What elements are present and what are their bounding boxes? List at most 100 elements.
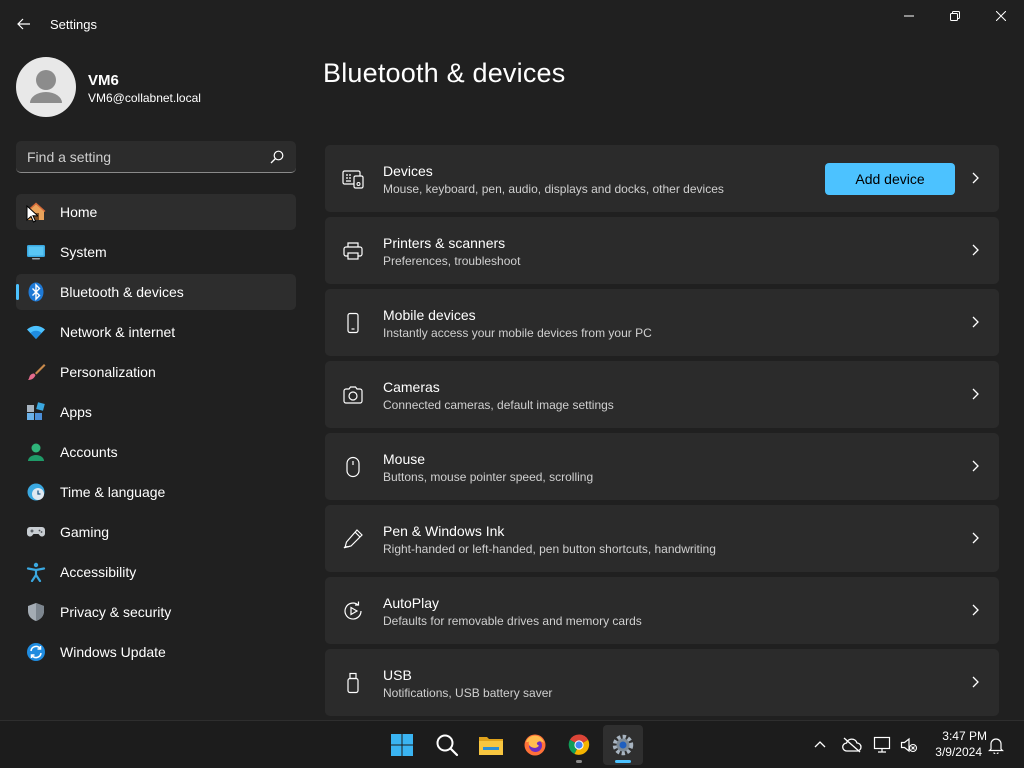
- sidebar-item-label: Personalization: [60, 364, 156, 380]
- sidebar-item-time-language[interactable]: Time & language: [16, 474, 296, 510]
- chrome-icon: [568, 734, 590, 755]
- card-usb[interactable]: USB Notifications, USB battery saver: [325, 649, 999, 716]
- sidebar-item-label: Time & language: [60, 484, 166, 500]
- sidebar-item-label: System: [60, 244, 107, 260]
- app-title: Settings: [50, 17, 97, 32]
- gamepad-icon: [27, 527, 45, 537]
- sidebar-item-privacy-security[interactable]: Privacy & security: [16, 594, 296, 630]
- close-button[interactable]: [978, 0, 1024, 32]
- chevron-right-icon: [972, 532, 979, 544]
- volume-tray[interactable]: [899, 735, 919, 755]
- card-mouse[interactable]: Mouse Buttons, mouse pointer speed, scro…: [325, 433, 999, 500]
- settings-card-list: Devices Mouse, keyboard, pen, audio, dis…: [325, 145, 999, 721]
- card-title: Pen & Windows Ink: [383, 523, 505, 539]
- card-title: Mobile devices: [383, 307, 476, 323]
- taskbar-chrome[interactable]: [559, 725, 599, 765]
- clock-time[interactable]: 3:47 PM: [935, 729, 987, 743]
- taskbar-search-button[interactable]: [427, 725, 467, 765]
- pen-icon: [343, 529, 363, 549]
- bluetooth-icon: [28, 282, 44, 302]
- sidebar-item-label: Accessibility: [60, 564, 137, 580]
- start-button[interactable]: [382, 725, 422, 765]
- file-explorer-icon: [479, 737, 503, 755]
- volume-muted-icon: [900, 737, 918, 753]
- card-cameras[interactable]: Cameras Connected cameras, default image…: [325, 361, 999, 428]
- accessibility-icon: [26, 562, 46, 582]
- chevron-right-icon: [972, 676, 979, 688]
- add-device-button[interactable]: Add device: [825, 163, 955, 195]
- taskbar-file-explorer[interactable]: [471, 725, 511, 765]
- start-icon: [391, 734, 413, 756]
- sidebar-item-network-internet[interactable]: Network & internet: [16, 314, 296, 350]
- back-button[interactable]: [12, 12, 36, 36]
- restore-button[interactable]: [932, 0, 978, 32]
- sidebar-item-label: Home: [60, 204, 98, 220]
- sidebar-item-bluetooth-devices[interactable]: Bluetooth & devices: [16, 274, 296, 310]
- search-input[interactable]: [16, 141, 261, 172]
- notifications-button[interactable]: [986, 735, 1006, 755]
- minimize-button[interactable]: [886, 0, 932, 32]
- taskbar: [0, 720, 1024, 768]
- card-devices[interactable]: Devices Mouse, keyboard, pen, audio, dis…: [325, 145, 999, 212]
- card-pen-windows-ink[interactable]: Pen & Windows Ink Right-handed or left-h…: [325, 505, 999, 572]
- avatar[interactable]: [16, 57, 76, 117]
- close-icon: [996, 11, 1006, 21]
- sidebar-item-apps[interactable]: Apps: [16, 394, 296, 430]
- card-subtitle: Right-handed or left-handed, pen button …: [383, 542, 716, 556]
- active-indicator: [615, 760, 631, 763]
- card-title: USB: [383, 667, 412, 683]
- card-mobile-devices[interactable]: Mobile devices Instantly access your mob…: [325, 289, 999, 356]
- firefox-icon: [524, 734, 546, 756]
- sidebar-item-home[interactable]: Home: [16, 194, 296, 230]
- person-placeholder-icon: [30, 70, 62, 103]
- back-arrow-icon: [17, 18, 30, 30]
- usb-icon: [347, 672, 359, 694]
- sidebar-item-label: Gaming: [60, 524, 110, 540]
- sidebar-item-gaming[interactable]: Gaming: [16, 514, 296, 550]
- devices-icon: [342, 170, 364, 189]
- shield-icon: [28, 603, 44, 621]
- sidebar-item-label: Bluetooth & devices: [60, 284, 184, 300]
- taskbar-firefox[interactable]: [515, 725, 555, 765]
- card-printers-scanners[interactable]: Printers & scanners Preferences, trouble…: [325, 217, 999, 284]
- sidebar-item-accessibility[interactable]: Accessibility: [16, 554, 296, 590]
- sidebar-item-windows-update[interactable]: Windows Update: [16, 634, 296, 670]
- minimize-icon: [904, 15, 914, 17]
- running-indicator: [576, 760, 582, 763]
- chevron-right-icon: [972, 604, 979, 616]
- card-subtitle: Preferences, troubleshoot: [383, 254, 521, 268]
- card-subtitle: Defaults for removable drives and memory…: [383, 614, 642, 628]
- chevron-right-icon: [972, 460, 979, 472]
- card-title: Mouse: [383, 451, 426, 467]
- show-hidden-icons-button[interactable]: [810, 735, 830, 755]
- sidebar-item-personalization[interactable]: Personalization: [16, 354, 296, 390]
- sidebar-nav: Home System Bluetooth & devices Network …: [16, 194, 296, 674]
- mouse-cursor-icon: [26, 205, 38, 223]
- restore-icon: [950, 11, 960, 21]
- sidebar-item-label: Apps: [60, 404, 92, 420]
- chevron-right-icon: [972, 316, 979, 328]
- clock-date[interactable]: 3/9/2024: [930, 745, 982, 759]
- sidebar-item-label: Accounts: [60, 444, 118, 460]
- sidebar-item-label: Network & internet: [60, 324, 176, 340]
- mouse-icon: [346, 456, 360, 478]
- card-title: Devices: [383, 163, 433, 179]
- chevron-right-icon: [972, 244, 979, 256]
- taskbar-settings[interactable]: [603, 725, 643, 765]
- apps-icon: [27, 402, 45, 420]
- sidebar-item-system[interactable]: System: [16, 234, 296, 270]
- page-title: Bluetooth & devices: [323, 58, 566, 88]
- settings-icon: [612, 734, 634, 756]
- phone-icon: [347, 312, 359, 334]
- monitor-icon: [27, 245, 45, 260]
- card-autoplay[interactable]: AutoPlay Defaults for removable drives a…: [325, 577, 999, 644]
- wifi-icon: [27, 325, 45, 339]
- sidebar-item-label: Windows Update: [60, 644, 166, 660]
- card-subtitle: Notifications, USB battery saver: [383, 686, 553, 700]
- card-subtitle: Connected cameras, default image setting…: [383, 398, 614, 412]
- onedrive-tray[interactable]: [842, 735, 862, 755]
- sidebar-item-accounts[interactable]: Accounts: [16, 434, 296, 470]
- paintbrush-icon: [28, 364, 46, 380]
- network-tray[interactable]: [873, 735, 893, 755]
- network-icon: [873, 736, 891, 753]
